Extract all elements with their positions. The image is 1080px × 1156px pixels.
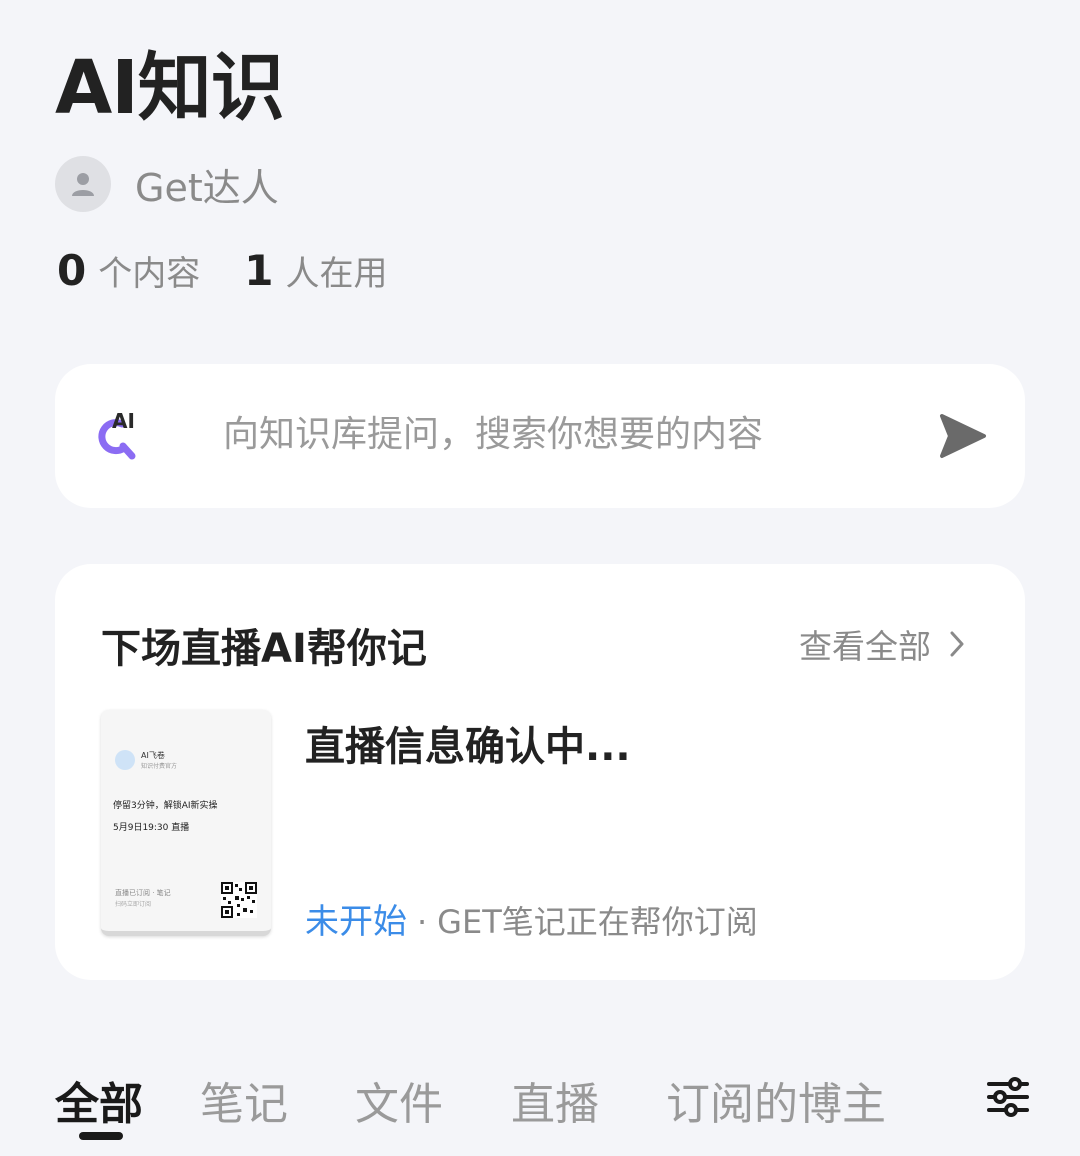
tab-live[interactable]: 直播 — [511, 1068, 599, 1132]
author-row[interactable]: Get达人 — [55, 156, 279, 212]
tab-subscribed-bloggers[interactable]: 订阅的博主 — [666, 1068, 886, 1132]
ai-search-box[interactable]: AI — [55, 364, 1025, 508]
chevron-right-icon[interactable] — [949, 630, 965, 658]
stats-row: 0 个内容 1 人在用 — [57, 246, 387, 295]
active-tab-indicator — [79, 1132, 123, 1140]
content-count-stat: 0 个内容 — [57, 246, 200, 295]
content-tabs: 全部 笔记 文件 直播 订阅的博主 — [55, 1068, 1040, 1156]
user-count: 1 — [244, 246, 274, 295]
status-badge: 未开始 — [305, 902, 407, 942]
status-separator: · — [417, 903, 428, 941]
user-avatar-icon[interactable] — [55, 156, 111, 212]
author-name[interactable]: Get达人 — [135, 157, 279, 212]
poster-account-name: AI飞卷 — [141, 751, 165, 760]
content-count: 0 — [57, 246, 87, 295]
live-item-title[interactable]: 直播信息确认中... — [305, 714, 631, 772]
user-count-label: 人在用 — [285, 254, 388, 294]
page-title: AI知识 — [55, 45, 285, 131]
ai-icon-text: AI — [112, 410, 135, 433]
ai-search-icon: AI — [93, 409, 145, 462]
view-all-link[interactable]: 查看全部 — [799, 620, 965, 668]
upcoming-live-card[interactable]: 下场直播AI帮你记 查看全部 AI飞卷 知识付费官方 停留3分钟，解锁AI新实操… — [55, 564, 1025, 980]
content-count-label: 个内容 — [98, 254, 201, 294]
user-count-stat: 1 人在用 — [244, 246, 387, 295]
tab-all[interactable]: 全部 — [55, 1068, 143, 1132]
tab-files[interactable]: 文件 — [355, 1068, 443, 1132]
live-card-title: 下场直播AI帮你记 — [101, 626, 427, 672]
filter-sliders-icon[interactable] — [987, 1076, 1029, 1118]
poster-date: 5月9日19:30 直播 — [113, 823, 190, 833]
tab-notes[interactable]: 笔记 — [200, 1068, 288, 1132]
qr-code-icon — [221, 882, 257, 918]
live-status-row: 未开始 · GET笔记正在帮你订阅 — [305, 894, 758, 943]
poster-account-sub: 知识付费官方 — [141, 763, 178, 770]
poster-footer: 直播已订阅 · 笔记 — [115, 889, 171, 897]
search-input[interactable] — [223, 414, 943, 455]
send-icon[interactable] — [938, 412, 988, 460]
status-description: GET笔记正在帮你订阅 — [437, 903, 758, 941]
view-all-label[interactable]: 查看全部 — [799, 620, 931, 668]
poster-headline: 停留3分钟，解锁AI新实操 — [113, 801, 218, 811]
poster-logo-icon — [115, 750, 135, 770]
live-poster-thumbnail[interactable]: AI飞卷 知识付费官方 停留3分钟，解锁AI新实操 5月9日19:30 直播 直… — [101, 710, 271, 936]
poster-footer-sub: 扫码立即订阅 — [115, 901, 152, 908]
knowledge-base-page: AI知识 Get达人 0 个内容 1 人在用 AI 向知识库提问，搜索你想要的内… — [0, 0, 1080, 1156]
